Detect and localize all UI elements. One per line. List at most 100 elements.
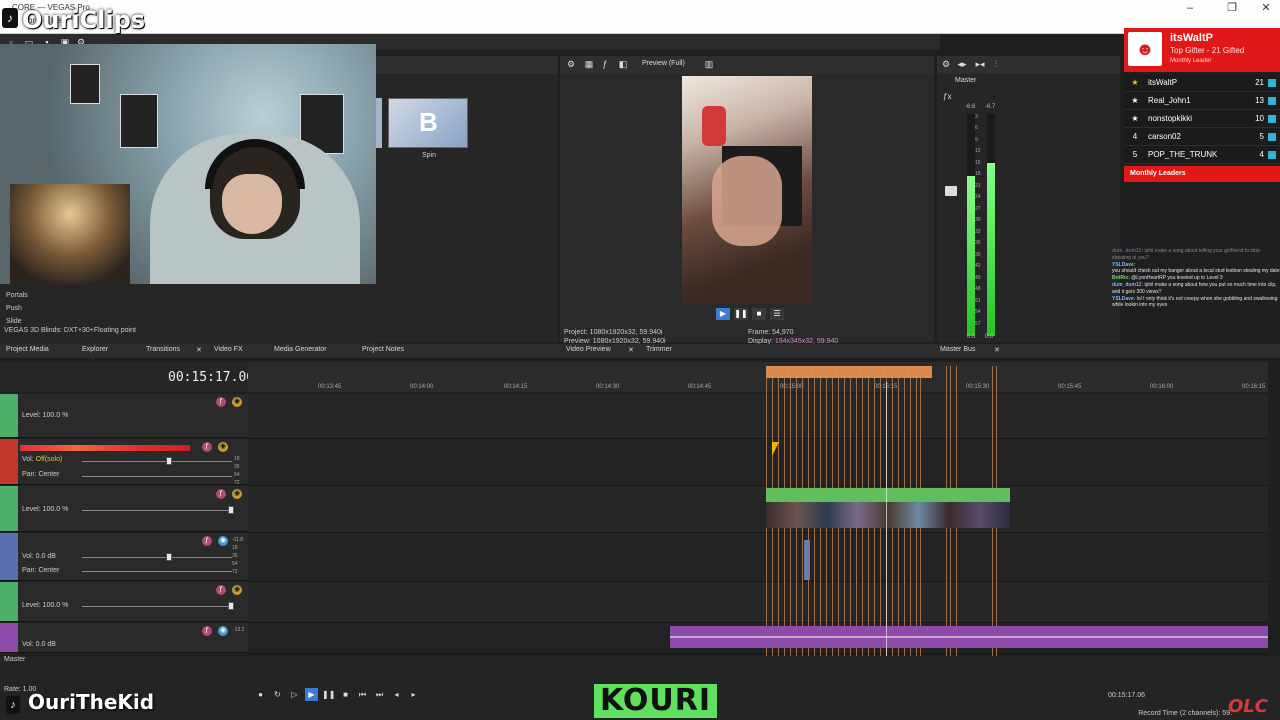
track-handle[interactable] bbox=[0, 486, 18, 531]
star-icon: ★ bbox=[1131, 78, 1139, 87]
pane-header bbox=[376, 56, 558, 74]
go-to-start-icon[interactable]: ⏮ bbox=[356, 688, 369, 701]
overlays-icon[interactable]: ▥ bbox=[704, 59, 714, 69]
close-icon[interactable]: ✕ bbox=[628, 346, 634, 354]
tab-trimmer[interactable]: Trimmer bbox=[646, 346, 672, 353]
track-fx-icon[interactable]: ƒ bbox=[202, 442, 212, 452]
tab-video-preview[interactable]: Video Preview bbox=[566, 346, 611, 353]
track-handle[interactable] bbox=[0, 439, 18, 484]
next-frame-icon[interactable]: ▸ bbox=[407, 688, 420, 701]
video-event-header[interactable] bbox=[766, 488, 1010, 502]
audio-event-long[interactable] bbox=[670, 626, 1268, 648]
settings-icon[interactable]: ⚙ bbox=[941, 59, 951, 69]
tab-explorer[interactable]: Explorer bbox=[82, 346, 108, 353]
split-screen-icon[interactable]: ◧ bbox=[618, 59, 628, 69]
track-header-6[interactable]: Vol: 0.0 dB ƒ ◉ -13.2 bbox=[0, 623, 248, 653]
track-fx-icon[interactable]: ƒ bbox=[202, 536, 212, 546]
level-slider[interactable] bbox=[82, 606, 232, 607]
pause-icon[interactable]: ❚❚ bbox=[322, 688, 335, 701]
tab-project-notes[interactable]: Project Notes bbox=[362, 346, 404, 353]
downmix-icon[interactable]: ◂▸ bbox=[957, 59, 967, 69]
mixer-icon[interactable]: ⫶ bbox=[991, 59, 1001, 69]
track-handle[interactable] bbox=[0, 582, 18, 621]
volume-knob[interactable] bbox=[166, 457, 172, 465]
leader-name: POP_THE_TRUNK bbox=[1148, 150, 1218, 159]
prev-frame-icon[interactable]: ◂ bbox=[390, 688, 403, 701]
lane[interactable] bbox=[248, 486, 1268, 533]
volume-slider[interactable] bbox=[82, 557, 232, 558]
track-fx-icon[interactable]: ƒ bbox=[216, 397, 226, 407]
record-icon[interactable]: ● bbox=[254, 688, 267, 701]
level-slider[interactable] bbox=[82, 510, 232, 511]
play-from-start-icon[interactable]: ▷ bbox=[288, 688, 301, 701]
track-header-5[interactable]: Level: 100.0 % ƒ ◉ bbox=[0, 582, 248, 622]
close-icon[interactable]: ✕ bbox=[1256, 2, 1276, 14]
transition-thumb-spin[interactable]: B bbox=[388, 98, 468, 148]
track-meter-scale: -11.8 18 36 54 72 bbox=[232, 537, 244, 575]
level-knob[interactable] bbox=[228, 602, 234, 610]
level-knob[interactable] bbox=[228, 506, 234, 514]
track-motion-icon[interactable]: ◉ bbox=[218, 442, 228, 452]
tab-master-bus[interactable]: Master Bus bbox=[940, 346, 975, 353]
track-header-4[interactable]: Vol: 0.0 dB Pan: Center ƒ ◉ -11.8 18 36 54 7… bbox=[0, 533, 248, 581]
track-motion-icon[interactable]: ◉ bbox=[218, 626, 228, 636]
close-icon[interactable]: ✕ bbox=[196, 346, 202, 354]
master-fader-knob[interactable] bbox=[945, 186, 957, 196]
stop-icon[interactable]: ■ bbox=[339, 688, 352, 701]
meter-scale-tick: 30 bbox=[975, 217, 981, 224]
volume-slider[interactable] bbox=[82, 461, 232, 462]
list-item[interactable]: Push bbox=[6, 305, 22, 312]
audio-event[interactable] bbox=[804, 540, 810, 580]
timeline-timecode[interactable]: 00:15:17.06 bbox=[168, 370, 254, 385]
transition-thumb[interactable] bbox=[376, 98, 382, 148]
track-handle[interactable] bbox=[0, 623, 18, 652]
track-handle[interactable] bbox=[0, 533, 18, 580]
lane[interactable] bbox=[248, 582, 1268, 623]
track-fx-icon[interactable]: ƒ bbox=[202, 626, 212, 636]
track-fx-icon[interactable]: ƒ bbox=[216, 585, 226, 595]
dim-icon[interactable]: ▸◂ bbox=[975, 59, 985, 69]
track-handle[interactable] bbox=[0, 394, 18, 437]
lane[interactable] bbox=[248, 439, 1268, 486]
track-header-3[interactable]: Level: 100.0 % ƒ ◉ bbox=[0, 486, 248, 532]
timeline-ruler[interactable]: 00:13:45 00:14:00 00:14:15 00:14:30 00:1… bbox=[248, 362, 1268, 392]
close-icon[interactable]: ✕ bbox=[994, 346, 1000, 354]
menu-icon[interactable]: ☰ bbox=[770, 308, 784, 320]
cursor-timecode: 00:15:17.06 bbox=[1108, 692, 1145, 699]
maximize-icon[interactable]: ❐ bbox=[1222, 2, 1242, 14]
meter-scale-tick: 33 bbox=[975, 228, 981, 235]
grid-icon[interactable]: ▦ bbox=[584, 59, 594, 69]
video-event-thumbnails[interactable] bbox=[766, 502, 1010, 528]
pause-icon[interactable]: ❚❚ bbox=[734, 308, 748, 320]
timeline-tracks[interactable] bbox=[248, 394, 1268, 654]
pan-slider[interactable] bbox=[82, 571, 232, 572]
fx-icon[interactable]: ƒx bbox=[943, 92, 951, 101]
lane[interactable] bbox=[248, 394, 1268, 439]
play-icon[interactable]: ▶ bbox=[716, 308, 730, 320]
track-motion-icon[interactable]: ◉ bbox=[232, 585, 242, 595]
tab-media-generator[interactable]: Media Generator bbox=[274, 346, 327, 353]
track-motion-icon[interactable]: ◉ bbox=[232, 397, 242, 407]
tab-video-fx[interactable]: Video FX bbox=[214, 346, 243, 353]
loop-icon[interactable]: ↻ bbox=[271, 688, 284, 701]
playhead[interactable] bbox=[886, 382, 887, 672]
track-motion-icon[interactable]: ◉ bbox=[232, 489, 242, 499]
stop-icon[interactable]: ■ bbox=[752, 308, 766, 320]
play-icon[interactable]: ▶ bbox=[305, 688, 318, 701]
settings-icon[interactable]: ⚙ bbox=[566, 59, 576, 69]
track-fx-icon[interactable]: ƒ bbox=[216, 489, 226, 499]
lane[interactable] bbox=[248, 533, 1268, 582]
tab-project-media[interactable]: Project Media bbox=[6, 346, 49, 353]
preview-quality-select[interactable]: Preview (Full) bbox=[642, 60, 685, 67]
fx-icon[interactable]: ƒ bbox=[600, 59, 610, 69]
pan-slider[interactable] bbox=[82, 476, 232, 477]
track-motion-icon[interactable]: ◉ bbox=[218, 536, 228, 546]
go-to-end-icon[interactable]: ⏭ bbox=[373, 688, 386, 701]
tab-transitions[interactable]: Transitions bbox=[146, 346, 180, 353]
track-header-2[interactable]: Vol: Off(solo) Pan: Center ƒ ◉ 18 36 54 72 bbox=[0, 439, 248, 486]
list-item[interactable]: Slide bbox=[6, 318, 22, 325]
track-header-1[interactable]: Level: 100.0 % ƒ ◉ bbox=[0, 394, 248, 438]
volume-knob[interactable] bbox=[166, 553, 172, 561]
list-item[interactable]: Portals bbox=[6, 292, 28, 299]
minimize-icon[interactable]: – bbox=[1180, 2, 1200, 14]
